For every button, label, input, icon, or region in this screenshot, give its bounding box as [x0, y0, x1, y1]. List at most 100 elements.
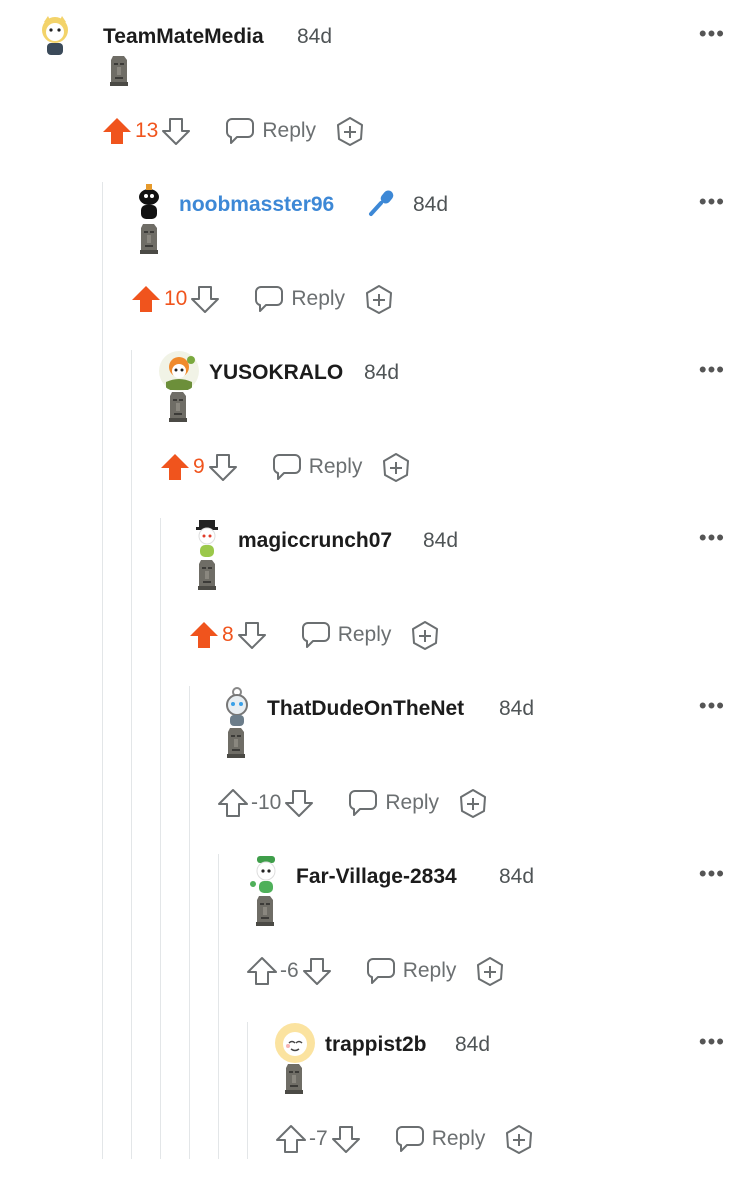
vote-score: 9 — [193, 455, 205, 478]
upvote-icon[interactable] — [217, 787, 249, 819]
comment-bubble-icon — [272, 454, 301, 480]
moai-emoji — [285, 1064, 303, 1094]
vote-score: -10 — [251, 791, 282, 814]
reply-button[interactable]: Reply — [365, 956, 457, 986]
more-options-icon[interactable]: ••• — [699, 191, 725, 213]
moai-emoji — [140, 224, 158, 254]
avatar[interactable] — [158, 350, 200, 392]
comment: YUSOKRALO 84d ••• 9 Reply — [0, 350, 755, 518]
more-options-icon[interactable]: ••• — [699, 23, 725, 45]
upvote-icon[interactable] — [246, 955, 278, 987]
upvote-icon[interactable] — [101, 115, 133, 147]
vote-score: -7 — [309, 1127, 328, 1150]
downvote-icon[interactable] — [236, 619, 268, 651]
downvote-icon[interactable] — [207, 451, 239, 483]
comment-age: 84d — [364, 361, 400, 384]
award-icon[interactable] — [380, 451, 412, 483]
comment-bubble-icon — [366, 958, 395, 984]
moai-emoji — [198, 560, 216, 590]
comment-actions: -7 Reply — [275, 1122, 535, 1156]
moai-emoji — [227, 728, 245, 758]
downvote-icon[interactable] — [301, 955, 333, 987]
moai-emoji — [169, 392, 187, 422]
comment-age: 84d — [455, 1033, 491, 1056]
award-icon[interactable] — [334, 115, 366, 147]
reply-button[interactable]: Reply — [271, 452, 363, 482]
comment-age: 84d — [499, 697, 535, 720]
upvote-icon[interactable] — [130, 283, 162, 315]
comment-bubble-icon — [255, 286, 284, 312]
upvote-icon[interactable] — [275, 1123, 307, 1155]
comment-actions: 9 Reply — [159, 450, 412, 484]
avatar[interactable] — [34, 14, 76, 56]
reply-button[interactable]: Reply — [394, 1124, 486, 1154]
username[interactable]: trappist2b — [325, 1031, 427, 1059]
username[interactable]: magiccrunch07 — [238, 527, 392, 555]
downvote-icon[interactable] — [189, 283, 221, 315]
more-options-icon[interactable]: ••• — [699, 527, 725, 549]
comment: noobmasster96 84d ••• 10 Reply — [0, 182, 755, 350]
downvote-icon[interactable] — [283, 787, 315, 819]
vote-score: 13 — [135, 119, 159, 142]
reply-label: Reply — [385, 791, 440, 814]
comment-actions: -10 Reply — [217, 786, 489, 820]
comment: Far-Village-2834 84d ••• -6 Reply — [0, 854, 755, 1022]
comment-age: 84d — [499, 865, 535, 888]
avatar[interactable] — [216, 686, 258, 728]
reply-label: Reply — [402, 959, 457, 982]
avatar[interactable] — [186, 518, 228, 560]
upvote-icon[interactable] — [188, 619, 220, 651]
reply-label: Reply — [291, 287, 346, 310]
more-options-icon[interactable]: ••• — [699, 863, 725, 885]
username[interactable]: noobmasster96 — [179, 191, 334, 219]
comment-age: 84d — [423, 529, 459, 552]
award-icon[interactable] — [363, 283, 395, 315]
username[interactable]: YUSOKRALO — [209, 359, 343, 387]
comment-age: 84d — [413, 193, 449, 216]
reply-button[interactable]: Reply — [300, 620, 392, 650]
comment-thread: TeamMateMedia 84d ••• 13 Reply noobmasst… — [0, 0, 755, 1159]
avatar[interactable] — [128, 182, 170, 224]
reply-label: Reply — [337, 623, 392, 646]
comment: TeamMateMedia 84d ••• 13 Reply — [0, 14, 755, 182]
vote-score: -6 — [280, 959, 299, 982]
comment-actions: -6 Reply — [246, 954, 506, 988]
comment-actions: 13 Reply — [101, 114, 366, 148]
comment-age: 84d — [297, 25, 333, 48]
downvote-icon[interactable] — [160, 115, 192, 147]
more-options-icon[interactable]: ••• — [699, 359, 725, 381]
award-icon[interactable] — [457, 787, 489, 819]
comment-actions: 8 Reply — [188, 618, 441, 652]
vote-score: 8 — [222, 623, 234, 646]
more-options-icon[interactable]: ••• — [699, 695, 725, 717]
comment: magiccrunch07 84d ••• 8 Reply — [0, 518, 755, 686]
comment-bubble-icon — [349, 790, 378, 816]
reply-button[interactable]: Reply — [347, 788, 439, 818]
comment-bubble-icon — [226, 118, 255, 144]
comment-bubble-icon — [301, 622, 330, 648]
moai-emoji — [256, 896, 274, 926]
award-icon[interactable] — [503, 1123, 535, 1155]
award-icon[interactable] — [474, 955, 506, 987]
upvote-icon[interactable] — [159, 451, 191, 483]
avatar[interactable] — [245, 854, 287, 896]
downvote-icon[interactable] — [330, 1123, 362, 1155]
vote-score: 10 — [164, 287, 188, 310]
comment-bubble-icon — [395, 1126, 424, 1152]
username[interactable]: TeamMateMedia — [103, 23, 264, 51]
comment-actions: 10 Reply — [130, 282, 395, 316]
reply-label: Reply — [308, 455, 363, 478]
username[interactable]: ThatDudeOnTheNet — [267, 695, 464, 723]
avatar[interactable] — [274, 1022, 316, 1064]
comment: ThatDudeOnTheNet 84d ••• -10 Reply — [0, 686, 755, 854]
moai-emoji — [110, 56, 128, 86]
reply-button[interactable]: Reply — [253, 284, 345, 314]
reply-button[interactable]: Reply — [224, 116, 316, 146]
reply-label: Reply — [262, 119, 317, 142]
username[interactable]: Far-Village-2834 — [296, 863, 457, 891]
reply-label: Reply — [431, 1127, 486, 1150]
microphone-icon — [369, 190, 394, 216]
more-options-icon[interactable]: ••• — [699, 1031, 725, 1053]
award-icon[interactable] — [409, 619, 441, 651]
comment: trappist2b 84d ••• -7 Reply — [0, 1022, 755, 1190]
